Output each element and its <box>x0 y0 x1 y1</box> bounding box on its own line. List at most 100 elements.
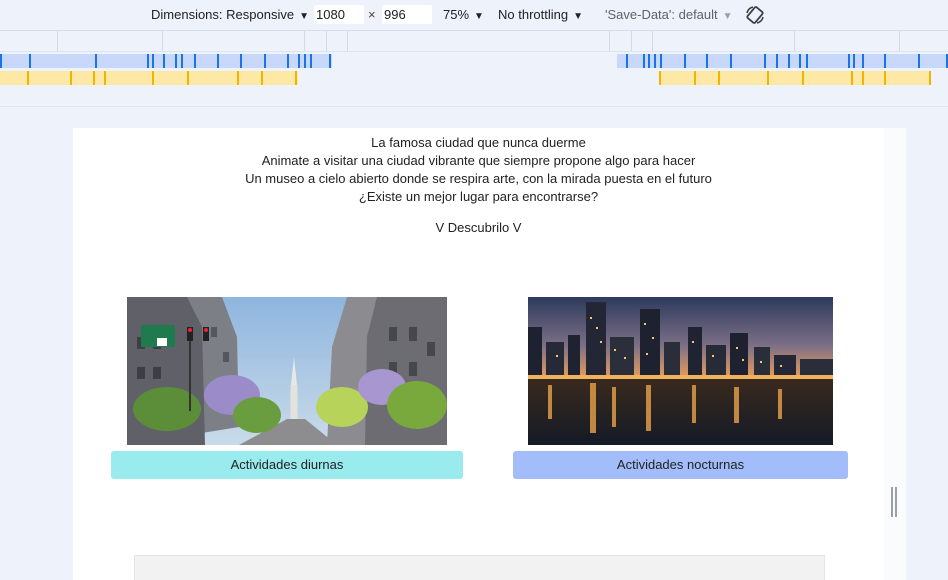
media-query-bar-max-width[interactable] <box>0 54 948 68</box>
media-query-marker[interactable] <box>181 54 183 68</box>
media-query-marker[interactable] <box>884 54 886 68</box>
media-query-segment[interactable] <box>0 71 298 85</box>
media-query-segment[interactable] <box>617 54 948 68</box>
media-query-marker[interactable] <box>788 54 790 68</box>
grip-line <box>891 487 893 517</box>
media-query-marker[interactable] <box>660 54 662 68</box>
media-query-marker[interactable] <box>853 54 855 68</box>
intro-line: Animate a visitar una ciudad vibrante qu… <box>261 153 696 168</box>
discover-link[interactable]: V Descubrilo V <box>73 220 884 235</box>
media-query-marker[interactable] <box>310 54 312 68</box>
media-query-marker[interactable] <box>918 54 920 68</box>
night-activities-button[interactable]: Actividades nocturnas <box>513 451 848 479</box>
media-query-marker[interactable] <box>706 54 708 68</box>
ruler-tick <box>899 31 900 51</box>
save-data-dropdown[interactable]: 'Save-Data': default ▼ <box>605 7 733 22</box>
media-query-marker[interactable] <box>104 71 106 85</box>
media-query-marker[interactable] <box>684 54 686 68</box>
media-query-marker[interactable] <box>929 71 931 85</box>
ruler-separator <box>0 86 948 107</box>
media-query-marker[interactable] <box>237 71 239 85</box>
chevron-down-icon: ▼ <box>474 11 484 22</box>
media-query-marker[interactable] <box>659 71 661 85</box>
ruler-tick <box>326 31 327 51</box>
content-box <box>134 555 825 580</box>
media-query-marker[interactable] <box>643 54 645 68</box>
media-query-marker[interactable] <box>287 54 289 68</box>
media-query-marker[interactable] <box>27 71 29 85</box>
media-query-marker[interactable] <box>626 54 628 68</box>
media-query-marker[interactable] <box>851 71 853 85</box>
chevron-down-icon: ▼ <box>573 11 583 22</box>
dimensions-label: Dimensions: Responsive <box>151 7 295 22</box>
media-query-marker[interactable] <box>295 71 297 85</box>
media-query-marker[interactable] <box>29 54 31 68</box>
zoom-dropdown[interactable]: 75% ▼ <box>443 7 484 22</box>
day-activities-button[interactable]: Actividades diurnas <box>111 451 463 479</box>
viewport-resize-handle[interactable] <box>891 487 898 517</box>
media-query-marker[interactable] <box>806 54 808 68</box>
media-query-marker[interactable] <box>175 54 177 68</box>
media-query-marker[interactable] <box>654 54 656 68</box>
ruler-tick <box>162 31 163 51</box>
media-query-marker[interactable] <box>95 54 97 68</box>
media-query-marker[interactable] <box>152 54 154 68</box>
media-query-marker[interactable] <box>862 54 864 68</box>
media-query-marker[interactable] <box>718 71 720 85</box>
emulated-viewport: La famosa ciudad que nunca duerme Animat… <box>73 128 884 580</box>
width-input[interactable] <box>314 5 364 24</box>
media-query-marker[interactable] <box>194 54 196 68</box>
chevron-down-icon: ▼ <box>299 11 309 22</box>
media-query-marker[interactable] <box>70 71 72 85</box>
media-query-marker[interactable] <box>304 54 306 68</box>
media-query-marker[interactable] <box>93 71 95 85</box>
media-query-marker[interactable] <box>802 71 804 85</box>
media-query-marker[interactable] <box>187 71 189 85</box>
ruler-tick <box>347 31 348 51</box>
height-input[interactable] <box>382 5 432 24</box>
media-query-marker[interactable] <box>261 71 263 85</box>
media-query-marker[interactable] <box>694 71 696 85</box>
media-query-marker[interactable] <box>163 54 165 68</box>
ruler-tick <box>794 31 795 51</box>
media-query-marker[interactable] <box>764 54 766 68</box>
media-query-marker[interactable] <box>264 54 266 68</box>
media-query-marker[interactable] <box>776 54 778 68</box>
dimensions-dropdown[interactable]: Dimensions: Responsive ▼ <box>151 7 309 22</box>
ruler-tick <box>57 31 58 51</box>
media-query-marker[interactable] <box>0 54 2 68</box>
media-query-marker[interactable] <box>884 71 886 85</box>
media-query-marker[interactable] <box>240 54 242 68</box>
rotate-icon[interactable] <box>744 4 766 26</box>
page-heading-clipped <box>283 128 403 132</box>
device-toolbar: Dimensions: Responsive ▼ × 75% ▼ No thrott… <box>0 0 948 31</box>
media-query-marker[interactable] <box>298 54 300 68</box>
save-data-label: 'Save-Data': default <box>605 7 718 22</box>
throttling-dropdown[interactable]: No throttling ▼ <box>498 7 583 22</box>
media-query-marker[interactable] <box>767 71 769 85</box>
media-query-segment[interactable] <box>659 71 931 85</box>
media-query-marker[interactable] <box>147 54 149 68</box>
media-query-marker[interactable] <box>862 71 864 85</box>
clipped-heading-glyphs <box>283 128 403 132</box>
night-city-illustration <box>528 297 833 445</box>
night-city-image <box>528 297 833 445</box>
media-query-segment[interactable] <box>0 54 332 68</box>
media-query-marker[interactable] <box>648 54 650 68</box>
intro-line: Un museo a cielo abierto donde se respir… <box>245 171 712 186</box>
media-query-marker[interactable] <box>152 71 154 85</box>
times-separator: × <box>368 7 376 22</box>
intro-line: ¿Existe un mejor lugar para encontrarse? <box>358 189 599 204</box>
media-query-marker[interactable] <box>799 54 801 68</box>
media-query-marker[interactable] <box>848 54 850 68</box>
ruler-tick <box>652 31 653 51</box>
ruler <box>0 31 948 52</box>
media-query-bar-min-width[interactable] <box>0 71 948 85</box>
grip-line <box>895 487 897 517</box>
zoom-label: 75% <box>443 7 470 22</box>
media-query-marker[interactable] <box>217 54 219 68</box>
media-query-marker[interactable] <box>329 54 331 68</box>
media-query-marker[interactable] <box>730 54 732 68</box>
ruler-tick <box>631 31 632 51</box>
ruler-tick <box>304 31 305 51</box>
